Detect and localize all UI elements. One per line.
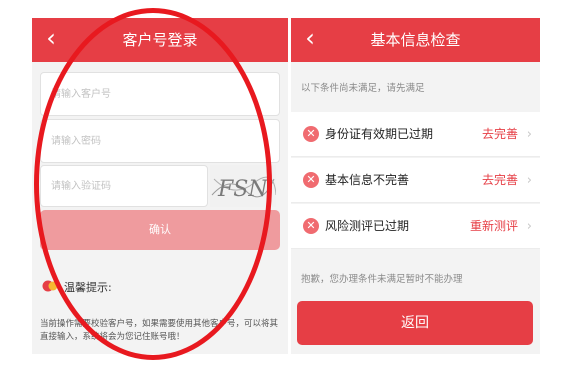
confirm-button[interactable]: 确认 [40,210,280,250]
customer-number-field[interactable] [40,72,280,116]
chevron-right-icon: › [526,173,532,188]
check-item-id-card[interactable]: ✕ 身份证有效期已过期 去完善 › [291,112,540,157]
check-item-label: 身份证有效期已过期 [325,127,434,141]
tips-text: 当前操作需要校验客户号，如果需要使用其他客户号，可以将其直接输入，系统将会为您记… [40,319,279,342]
return-button[interactable]: 返回 [297,301,533,345]
check-item-label: 基本信息不完善 [325,173,410,187]
chevron-right-icon: › [526,219,532,234]
password-field[interactable] [40,119,280,163]
password-input[interactable] [41,120,279,162]
error-x-icon: ✕ [303,172,319,188]
captcha-field[interactable] [40,165,208,207]
back-arrow-icon[interactable]: ‹ [40,24,62,52]
error-x-icon: ✕ [303,218,319,234]
error-x-icon: ✕ [303,126,319,142]
info-check-screen: ‹ 基本信息检查 以下条件尚未满足，请先满足 ✕ 身份证有效期已过期 去完善 ›… [291,18,540,354]
back-arrow-icon[interactable]: ‹ [299,24,321,52]
chevron-right-icon: › [526,127,532,142]
captcha-text: FSN [217,177,268,202]
check-item-label: 风险测评已过期 [325,219,410,233]
retest-link[interactable]: 重新测评 [470,204,518,249]
fix-link[interactable]: 去完善 [482,158,518,203]
captcha-input[interactable] [41,166,207,206]
intro-text: 以下条件尚未满足，请先满足 [301,83,425,94]
customer-number-input[interactable] [41,73,279,115]
tips-icon [42,280,58,292]
page-title: 客户号登录 [122,31,198,49]
page-title: 基本信息检查 [370,31,461,49]
captcha-image[interactable]: FSN [210,165,276,207]
sorry-text: 抱歉，您办理条件未满足暂时不能办理 [301,274,463,285]
login-screen: ‹ 客户号登录 FSN 确认 温馨提示: 当前操作需要校验客户号，如果需要使用其… [32,18,288,354]
check-item-risk-assessment[interactable]: ✕ 风险测评已过期 重新测评 › [291,204,540,249]
tips-title: 温馨提示: [64,281,112,294]
fix-link[interactable]: 去完善 [482,112,518,157]
login-header: ‹ 客户号登录 [32,18,288,62]
check-item-basic-info[interactable]: ✕ 基本信息不完善 去完善 › [291,158,540,203]
check-header: ‹ 基本信息检查 [291,18,540,62]
